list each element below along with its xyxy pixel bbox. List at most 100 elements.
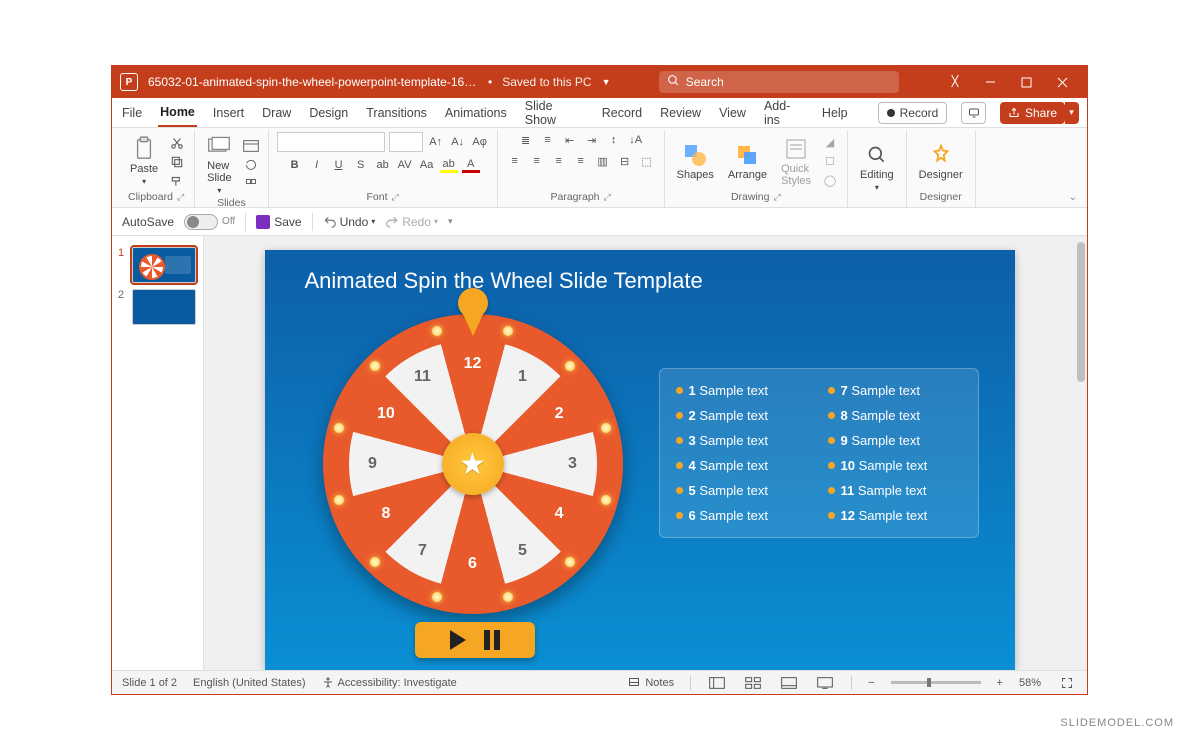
tab-draw[interactable]: Draw: [260, 100, 293, 126]
launcher-icon[interactable]: ⤢: [773, 192, 780, 203]
tab-home[interactable]: Home: [158, 99, 197, 127]
designer-button[interactable]: Designer: [915, 141, 967, 183]
slide-count[interactable]: Slide 1 of 2: [122, 677, 177, 689]
maximize-button[interactable]: [1009, 68, 1043, 96]
legend-item[interactable]: 7 Sample text: [828, 383, 962, 398]
save-button[interactable]: Save: [256, 215, 301, 229]
spacing-button[interactable]: AV: [396, 157, 414, 173]
shapes-button[interactable]: Shapes: [673, 141, 718, 183]
underline-button[interactable]: U: [330, 157, 348, 173]
legend-item[interactable]: 12 Sample text: [828, 508, 962, 523]
legend-item[interactable]: 5 Sample text: [676, 483, 810, 498]
shadow-button[interactable]: ab: [374, 157, 392, 173]
accessibility-status[interactable]: Accessibility: Investigate: [322, 677, 457, 689]
record-button[interactable]: Record: [878, 102, 948, 124]
zoom-slider[interactable]: [891, 681, 981, 684]
font-family-box[interactable]: [277, 132, 385, 152]
decrease-font-button[interactable]: A↓: [449, 134, 467, 150]
font-size-box[interactable]: [389, 132, 423, 152]
legend-item[interactable]: 1 Sample text: [676, 383, 810, 398]
search-box[interactable]: Search: [659, 71, 899, 93]
thumbnail-pane[interactable]: 1 2: [112, 236, 204, 670]
line-spacing-button[interactable]: ↕: [605, 132, 623, 148]
case-button[interactable]: Aa: [418, 157, 436, 173]
tab-file[interactable]: File: [120, 100, 144, 126]
slide-thumbnail-2[interactable]: 2: [112, 286, 203, 328]
share-button[interactable]: Share: [1000, 102, 1065, 124]
launcher-icon[interactable]: ⤢: [392, 192, 399, 203]
bullets-button[interactable]: ≣: [517, 132, 535, 148]
font-color-button[interactable]: A: [462, 157, 480, 173]
reset-button[interactable]: [242, 157, 260, 173]
legend-item[interactable]: 3 Sample text: [676, 433, 810, 448]
numbering-button[interactable]: ≡: [539, 132, 557, 148]
legend-item[interactable]: 11 Sample text: [828, 483, 962, 498]
slide-canvas[interactable]: Animated Spin the Wheel Slide Template ★…: [204, 236, 1075, 670]
justify-button[interactable]: ≡: [572, 153, 590, 169]
autosave-toggle[interactable]: [184, 214, 218, 230]
pause-icon[interactable]: [484, 630, 500, 650]
language-status[interactable]: English (United States): [193, 677, 306, 689]
minimize-button[interactable]: [973, 68, 1007, 96]
qat-customize[interactable]: ▾: [448, 216, 453, 227]
slide-thumbnail-1[interactable]: 1: [112, 244, 203, 286]
share-dropdown[interactable]: ▾: [1065, 102, 1079, 124]
align-right-button[interactable]: ≡: [550, 153, 568, 169]
legend-item[interactable]: 4 Sample text: [676, 458, 810, 473]
bold-button[interactable]: B: [286, 157, 304, 173]
copy-button[interactable]: [168, 154, 186, 170]
paste-button[interactable]: Paste▾: [126, 135, 162, 188]
undo-button[interactable]: Undo▾: [323, 215, 376, 229]
tab-review[interactable]: Review: [658, 100, 703, 126]
editing-button[interactable]: Editing▾: [856, 141, 898, 194]
zoom-out-button[interactable]: −: [868, 677, 874, 689]
new-slide-button[interactable]: New Slide▾: [203, 132, 235, 197]
fit-window-button[interactable]: [1057, 675, 1077, 691]
redo-button[interactable]: Redo▾: [385, 215, 438, 229]
voice-icon[interactable]: [947, 73, 963, 92]
zoom-in-button[interactable]: +: [997, 677, 1003, 689]
strike-button[interactable]: S: [352, 157, 370, 173]
cut-button[interactable]: [168, 135, 186, 151]
vertical-scrollbar[interactable]: [1075, 236, 1087, 670]
legend-item[interactable]: 9 Sample text: [828, 433, 962, 448]
shape-effects-button[interactable]: ◯: [821, 173, 839, 189]
shape-outline-button[interactable]: ☐: [821, 154, 839, 170]
chevron-down-icon[interactable]: ▼: [602, 77, 611, 87]
align-center-button[interactable]: ≡: [528, 153, 546, 169]
legend-item[interactable]: 2 Sample text: [676, 408, 810, 423]
slideshow-view-button[interactable]: [815, 675, 835, 691]
present-button[interactable]: [961, 102, 986, 124]
sorter-view-button[interactable]: [743, 675, 763, 691]
tab-slideshow[interactable]: Slide Show: [523, 93, 586, 133]
tab-help[interactable]: Help: [820, 100, 850, 126]
tab-design[interactable]: Design: [307, 100, 350, 126]
format-painter-button[interactable]: [168, 173, 186, 189]
smartart-button[interactable]: ⬚: [638, 153, 656, 169]
slide[interactable]: Animated Spin the Wheel Slide Template ★…: [265, 250, 1015, 670]
legend-item[interactable]: 10 Sample text: [828, 458, 962, 473]
layout-button[interactable]: [242, 138, 260, 154]
align-left-button[interactable]: ≡: [506, 153, 524, 169]
section-button[interactable]: [242, 176, 260, 192]
collapse-ribbon-button[interactable]: ⌄: [1065, 188, 1081, 207]
increase-font-button[interactable]: A↑: [427, 134, 445, 150]
launcher-icon[interactable]: ⤢: [604, 192, 611, 203]
text-direction-button[interactable]: ↓A: [627, 132, 645, 148]
legend-item[interactable]: 8 Sample text: [828, 408, 962, 423]
columns-button[interactable]: ▥: [594, 153, 612, 169]
notes-button[interactable]: Notes: [627, 677, 674, 689]
legend-item[interactable]: 6 Sample text: [676, 508, 810, 523]
tab-animations[interactable]: Animations: [443, 100, 509, 126]
highlight-button[interactable]: ab: [440, 157, 458, 173]
launcher-icon[interactable]: ⤢: [177, 192, 184, 203]
arrange-button[interactable]: Arrange: [724, 141, 771, 183]
spin-wheel[interactable]: ★ 121234567891011: [323, 314, 623, 614]
tab-view[interactable]: View: [717, 100, 748, 126]
zoom-level[interactable]: 58%: [1019, 677, 1041, 689]
normal-view-button[interactable]: [707, 675, 727, 691]
indent-inc-button[interactable]: ⇥: [583, 132, 601, 148]
tab-record[interactable]: Record: [600, 100, 644, 126]
slide-title[interactable]: Animated Spin the Wheel Slide Template: [305, 268, 703, 294]
tab-insert[interactable]: Insert: [211, 100, 246, 126]
